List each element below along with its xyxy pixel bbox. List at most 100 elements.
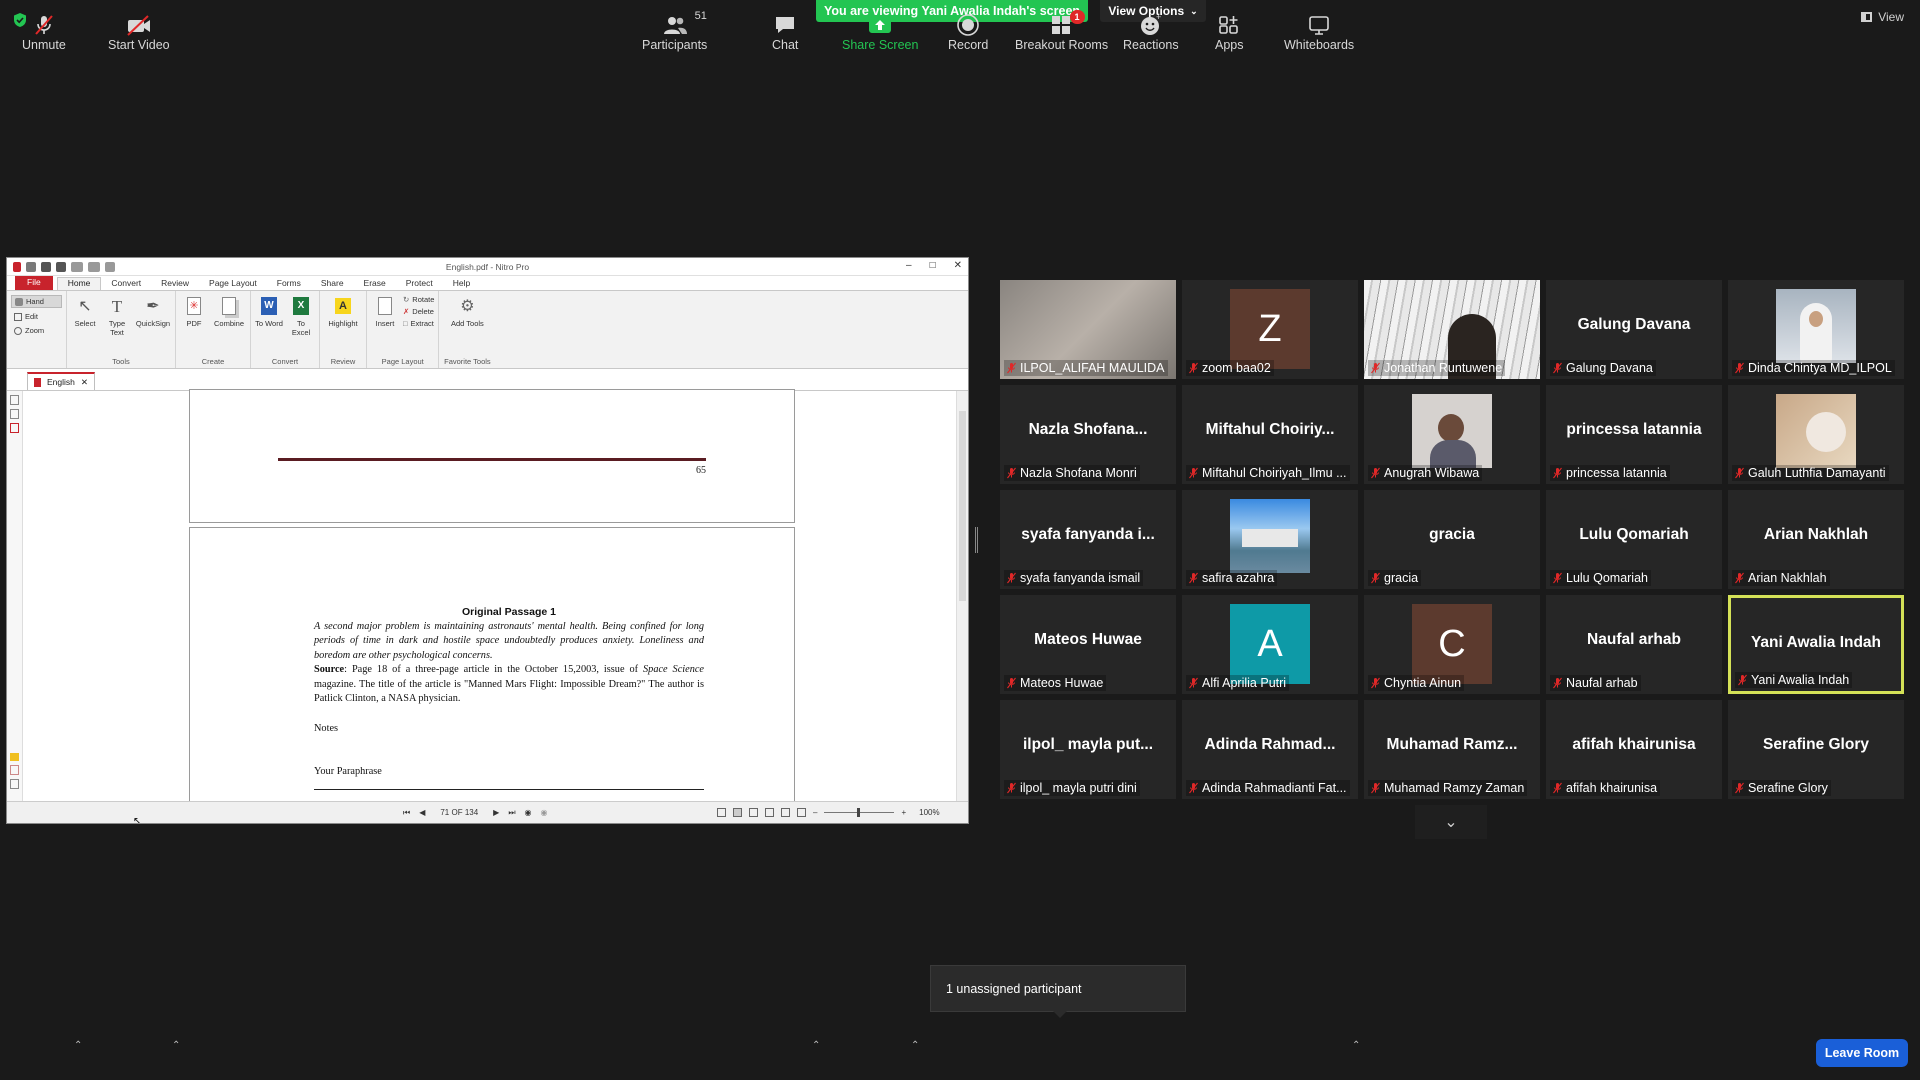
tab-convert[interactable]: Convert bbox=[101, 278, 151, 290]
back-icon[interactable]: ◉ bbox=[525, 808, 532, 817]
first-page-icon[interactable]: ⏮ bbox=[403, 808, 410, 818]
fit-width-icon[interactable] bbox=[797, 808, 806, 817]
participant-tile[interactable]: Lulu Qomariah Lulu Qomariah bbox=[1546, 490, 1722, 589]
hand-tool-button[interactable]: Hand bbox=[11, 295, 62, 308]
vertical-scrollbar[interactable] bbox=[956, 391, 968, 801]
chat-options-caret-icon[interactable]: ⌃ bbox=[812, 1040, 820, 1051]
apps-button[interactable]: Apps bbox=[1215, 12, 1244, 52]
participant-tile[interactable]: Jonathan Runtuwene bbox=[1364, 280, 1540, 379]
breakout-rooms-button[interactable]: 1 Breakout Rooms bbox=[1015, 10, 1108, 52]
to-excel-button[interactable]: X To Excel bbox=[287, 295, 315, 337]
zoom-level[interactable]: 100% bbox=[913, 808, 939, 817]
attachments-panel-icon[interactable] bbox=[10, 423, 19, 433]
tab-share[interactable]: Share bbox=[311, 278, 354, 290]
document-view[interactable]: 65 Original Passage 1 A second major pro… bbox=[23, 389, 968, 817]
select-button[interactable]: ↖ Select bbox=[71, 295, 99, 328]
zoom-tool-button[interactable]: Zoom bbox=[11, 325, 62, 336]
highlight-button[interactable]: A Highlight bbox=[324, 295, 362, 328]
participants-button[interactable]: 51 Participants bbox=[642, 10, 707, 52]
maximize-icon[interactable]: □ bbox=[930, 260, 936, 271]
zoom-in-icon[interactable]: + bbox=[901, 808, 906, 817]
view-button[interactable]: View bbox=[1861, 10, 1904, 24]
participant-tile[interactable]: Dinda Chintya MD_ILPOL bbox=[1728, 280, 1904, 379]
participant-tile[interactable]: Anugrah Wibawa bbox=[1364, 385, 1540, 484]
combine-button[interactable]: Combine bbox=[212, 295, 246, 328]
participant-tile[interactable]: Muhamad Ramz... Muhamad Ramzy Zaman bbox=[1364, 700, 1540, 799]
participant-tile[interactable]: safira azahra bbox=[1182, 490, 1358, 589]
facing-continuous-view-icon[interactable] bbox=[765, 808, 774, 817]
to-word-button[interactable]: W To Word bbox=[255, 295, 283, 328]
close-icon[interactable]: ✕ bbox=[954, 260, 962, 271]
participant-tile[interactable]: afifah khairunisa afifah khairunisa bbox=[1546, 700, 1722, 799]
audio-options-caret-icon[interactable]: ⌃ bbox=[74, 1040, 82, 1051]
participant-tile[interactable]: Serafine Glory Serafine Glory bbox=[1728, 700, 1904, 799]
next-page-icon[interactable]: ▶ bbox=[493, 808, 499, 817]
rotate-button[interactable]: ↻ Rotate bbox=[403, 295, 434, 304]
previous-page-icon[interactable]: ◀ bbox=[419, 808, 425, 817]
pages-panel-icon[interactable] bbox=[10, 395, 19, 405]
bookmarks-panel-icon[interactable] bbox=[10, 409, 19, 419]
participant-tile[interactable]: Mateos Huwae Mateos Huwae bbox=[1000, 595, 1176, 694]
participant-tile[interactable]: C Chyntia Ainun bbox=[1364, 595, 1540, 694]
participant-tile[interactable]: A Alfi Aprilia Putri bbox=[1182, 595, 1358, 694]
participant-tile[interactable]: Galung Davana Galung Davana bbox=[1546, 280, 1722, 379]
add-tools-button[interactable]: ⚙ Add Tools bbox=[443, 295, 491, 328]
participant-tile[interactable]: Adinda Rahmad... Adinda Rahmadianti Fat..… bbox=[1182, 700, 1358, 799]
minimize-icon[interactable]: – bbox=[906, 260, 912, 271]
tab-review[interactable]: Review bbox=[151, 278, 199, 290]
scroll-thumb[interactable] bbox=[959, 411, 966, 601]
quicksign-button[interactable]: ✒ QuickSign bbox=[135, 295, 171, 328]
output-panel-icon[interactable] bbox=[10, 779, 19, 789]
whiteboards-button[interactable]: Whiteboards bbox=[1284, 12, 1354, 52]
chat-button[interactable]: Chat bbox=[772, 12, 798, 52]
facing-view-icon[interactable] bbox=[749, 808, 758, 817]
extract-button[interactable]: □ Extract bbox=[403, 319, 434, 328]
tab-file[interactable]: File bbox=[15, 276, 53, 290]
tab-home[interactable]: Home bbox=[56, 277, 102, 290]
forward-icon[interactable]: ◉ bbox=[541, 808, 548, 817]
signatures-panel-icon[interactable] bbox=[10, 765, 19, 775]
participant-tile[interactable]: Miftahul Choiriy... Miftahul Choiriyah_Il… bbox=[1182, 385, 1358, 484]
participant-tile[interactable]: syafa fanyanda i... syafa fanyanda ismail bbox=[1000, 490, 1176, 589]
participant-tile[interactable]: Zzoom baa02 bbox=[1182, 280, 1358, 379]
edit-tool-button[interactable]: Edit bbox=[11, 311, 62, 322]
participant-tile[interactable]: Yani Awalia Indah Yani Awalia Indah bbox=[1728, 595, 1904, 694]
participant-tile[interactable]: Naufal arhab Naufal arhab bbox=[1546, 595, 1722, 694]
start-video-button[interactable]: Start Video bbox=[108, 12, 170, 52]
reactions-button[interactable]: + Reactions bbox=[1123, 12, 1179, 52]
participant-tile[interactable]: ilpol_ mayla put... ilpol_ mayla putri di… bbox=[1000, 700, 1176, 799]
tab-erase[interactable]: Erase bbox=[354, 278, 396, 290]
continuous-view-icon[interactable] bbox=[733, 808, 742, 817]
participant-tile[interactable]: Arian Nakhlah Arian Nakhlah bbox=[1728, 490, 1904, 589]
zoom-slider[interactable] bbox=[824, 808, 895, 817]
pdf-button[interactable]: ✳ PDF bbox=[180, 295, 208, 328]
zoom-slider-thumb[interactable] bbox=[857, 808, 861, 817]
tab-page-layout[interactable]: Page Layout bbox=[199, 278, 267, 290]
unmute-button[interactable]: Unmute bbox=[22, 12, 66, 52]
participant-tile[interactable]: ILPOL_ALIFAH MAULIDA bbox=[1000, 280, 1176, 379]
fit-page-icon[interactable] bbox=[781, 808, 790, 817]
tab-forms[interactable]: Forms bbox=[267, 278, 311, 290]
participant-tile[interactable]: Galuh Luthfia Damayanti bbox=[1728, 385, 1904, 484]
insert-button[interactable]: Insert bbox=[371, 295, 399, 328]
split-divider[interactable] bbox=[975, 527, 978, 553]
participant-tile[interactable]: gracia gracia bbox=[1364, 490, 1540, 589]
type-text-button[interactable]: T Type Text bbox=[103, 295, 131, 338]
whiteboards-options-caret-icon[interactable]: ⌃ bbox=[1352, 1040, 1360, 1051]
tab-help[interactable]: Help bbox=[443, 278, 480, 290]
single-page-view-icon[interactable] bbox=[717, 808, 726, 817]
tab-protect[interactable]: Protect bbox=[396, 278, 443, 290]
share-screen-button[interactable]: Share Screen bbox=[842, 12, 918, 52]
tab-close-icon[interactable]: ✕ bbox=[81, 377, 88, 388]
participant-tile[interactable]: Nazla Shofana... Nazla Shofana Monri bbox=[1000, 385, 1176, 484]
zoom-out-icon[interactable]: – bbox=[813, 808, 817, 817]
record-button[interactable]: Record bbox=[948, 12, 988, 52]
page-indicator[interactable]: 71 OF 134 bbox=[434, 808, 484, 817]
delete-button[interactable]: ✗ Delete bbox=[403, 307, 434, 316]
leave-room-button[interactable]: Leave Room bbox=[1816, 1039, 1908, 1067]
video-options-caret-icon[interactable]: ⌃ bbox=[172, 1040, 180, 1051]
comments-panel-icon[interactable] bbox=[10, 753, 19, 761]
document-tab-english[interactable]: English ✕ bbox=[27, 372, 95, 390]
share-options-caret-icon[interactable]: ⌃ bbox=[911, 1040, 919, 1051]
participant-tile[interactable]: princessa latannia princessa latannia bbox=[1546, 385, 1722, 484]
